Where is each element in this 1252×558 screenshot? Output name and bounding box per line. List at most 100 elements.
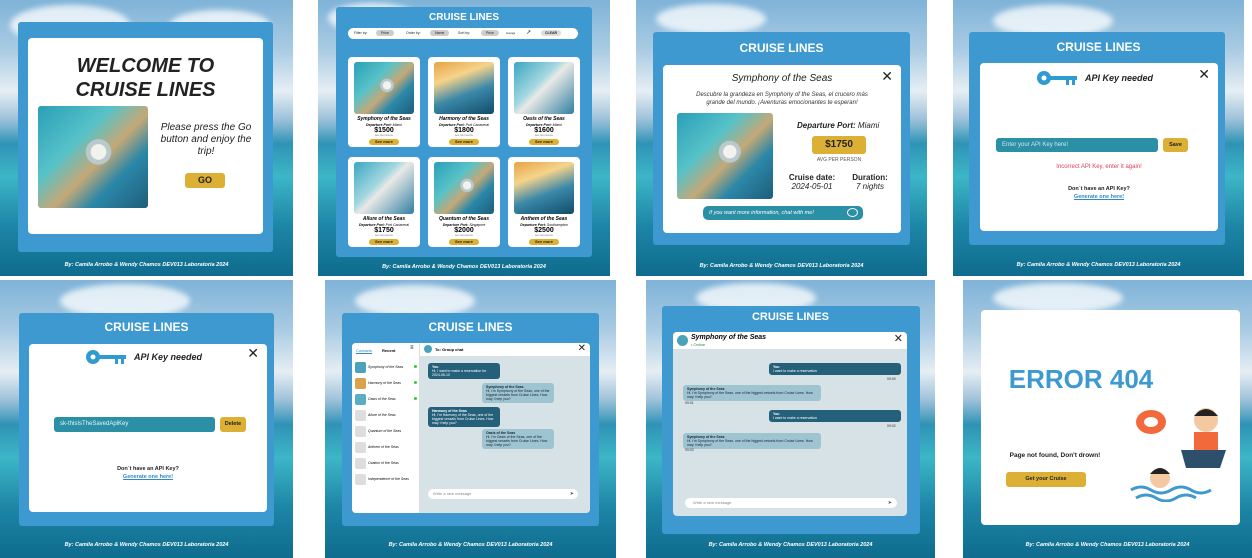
- single-chat-card: Symphony of the Seas • Online ✕ You I wan…: [673, 332, 907, 516]
- cruise-image: [434, 162, 494, 214]
- credit-text: By: Camila Arrobo & Wendy Chamos DEV013 …: [708, 542, 873, 548]
- close-icon[interactable]: ✕: [1198, 67, 1210, 81]
- cruise-image: [514, 162, 574, 214]
- price-badge: $1750: [812, 136, 866, 154]
- clear-button[interactable]: CLEAR: [541, 30, 562, 36]
- detail-header: CRUISE LINES: [739, 41, 824, 55]
- order-select[interactable]: Name: [430, 30, 450, 36]
- apikey-saved-screen: CRUISE LINES API Key needed ✕ sk-thisIsT…: [0, 280, 293, 558]
- single-chat-screen: CRUISE LINES Symphony of the Seas • Onli…: [646, 280, 935, 558]
- filter-bar: Filter by: Price Order by: Name Sort by:…: [348, 28, 578, 39]
- contact-item[interactable]: Oasis of the Seas: [355, 393, 417, 407]
- chart-icon[interactable]: ↗: [526, 29, 531, 36]
- group-avatar: [424, 345, 432, 353]
- contact-item[interactable]: Symphony of the Seas: [355, 361, 417, 375]
- contacts-sidebar: Contacts Recent ≡ Symphony of the Seas H…: [352, 343, 420, 513]
- message-bubble: You I want to make a reservation: [769, 410, 901, 422]
- send-icon[interactable]: ➤: [888, 498, 892, 508]
- chat-title: To: Group chat: [435, 347, 464, 352]
- group-chat-header: CRUISE LINES: [428, 320, 513, 334]
- credit-text: By: Camila Arrobo & Wendy Chamos DEV013 …: [699, 263, 864, 269]
- welcome-text: Please press the Go button and enjoy the…: [160, 122, 252, 157]
- see-more-button[interactable]: See more: [529, 139, 559, 145]
- group-chat-screen: CRUISE LINES Contacts Recent ≡ Symphony …: [325, 280, 616, 558]
- cruise-image: [354, 62, 414, 114]
- message-bubble: Symphony of the Seas Hi, I'm Symphony of …: [683, 385, 821, 401]
- generate-link[interactable]: Generate one here!: [980, 194, 1218, 200]
- welcome-card: WELCOME TO CRUISE LINES Please press the…: [28, 38, 263, 234]
- cruise-image: [434, 62, 494, 114]
- credit-text: By: Camila Arrobo & Wendy Chamos DEV013 …: [64, 262, 229, 268]
- apikey-input[interactable]: Enter your API Key here!: [996, 138, 1158, 152]
- contact-avatar: [677, 335, 688, 346]
- detail-card: Symphony of the Seas ✕ Descubre la grand…: [663, 65, 901, 233]
- message-bubble: Symphony of the Seas Hi, I'm Symphony of …: [683, 433, 821, 449]
- welcome-screen: WELCOME TO CRUISE LINES Please press the…: [0, 0, 293, 276]
- message-bubble: You I want to make a reservation: [769, 363, 901, 375]
- credit-text: By: Camila Arrobo & Wendy Chamos DEV013 …: [388, 542, 553, 548]
- apikey-title: API Key needed: [134, 352, 203, 362]
- go-button[interactable]: GO: [185, 173, 225, 188]
- chat-bubble-icon: [847, 208, 858, 217]
- list-screen: CRUISE LINES Filter by: Price Order by: …: [318, 0, 610, 276]
- contact-item[interactable]: Independence of the Seas: [355, 473, 417, 487]
- delete-button[interactable]: Delete: [220, 417, 246, 432]
- apikey-saved-card: API Key needed ✕ sk-thisIsTheSavedApiKey…: [29, 344, 267, 512]
- apikey-input[interactable]: sk-thisIsTheSavedApiKey: [54, 417, 215, 432]
- detail-screen: CRUISE LINES Symphony of the Seas ✕ Desc…: [636, 0, 927, 276]
- contact-item[interactable]: Allure of the Seas: [355, 409, 417, 423]
- send-icon[interactable]: ➤: [570, 489, 574, 499]
- message-bubble: You Hi, I want to make a reservation for …: [428, 363, 500, 379]
- message-bubble: Oasis of the Seas Hi, I'm Oasis of the Se…: [482, 429, 554, 449]
- tab-contacts[interactable]: Contacts: [356, 348, 372, 354]
- contact-item[interactable]: Quantum of the Seas: [355, 425, 417, 439]
- close-icon[interactable]: ✕: [247, 346, 259, 360]
- close-icon[interactable]: ✕: [894, 334, 903, 345]
- contact-item[interactable]: Harmony of the Seas: [355, 377, 417, 391]
- drowning-illustration: [1130, 408, 1226, 502]
- chat-button[interactable]: If you want more information, chat with …: [703, 206, 863, 220]
- see-more-button[interactable]: See more: [369, 239, 399, 245]
- cruise-image: [514, 62, 574, 114]
- tab-recent[interactable]: Recent: [382, 348, 395, 353]
- error-title: ERROR 404: [1008, 364, 1154, 394]
- generate-link[interactable]: Generate one here!: [29, 474, 267, 480]
- credit-text: By: Camila Arrobo & Wendy Chamos DEV013 …: [1025, 542, 1190, 548]
- detail-ship-image: [677, 113, 773, 199]
- cruise-card: Harmony of the Seas Departure Port: Port…: [428, 57, 500, 147]
- key-icon: [86, 350, 126, 364]
- detail-title: Symphony of the Seas: [731, 73, 833, 84]
- message-bubble: Harmony of the Seas Hi, I'm Harmony of th…: [428, 407, 500, 427]
- error-text: Page not found, Don't drown!: [1009, 452, 1101, 459]
- get-cruise-button[interactable]: Get your Cruise: [1006, 472, 1086, 487]
- average-option[interactable]: Average: [506, 32, 515, 35]
- online-status: • Online: [691, 342, 706, 347]
- message-input[interactable]: Write a new message ➤: [428, 489, 578, 499]
- error-message: Incorrect API Key, enter it again!: [1056, 164, 1142, 170]
- error-card: ERROR 404 Page not found, Don't drown! G…: [981, 310, 1240, 525]
- close-icon[interactable]: ✕: [881, 69, 893, 83]
- message-input[interactable]: Write a new message ➤: [685, 498, 897, 508]
- see-more-button[interactable]: See more: [449, 239, 479, 245]
- see-more-button[interactable]: See more: [529, 239, 559, 245]
- close-icon[interactable]: ✕: [578, 344, 586, 354]
- list-header: CRUISE LINES: [428, 12, 499, 23]
- cruise-card: Oasis of the Seas Departure Port: Miami …: [508, 57, 580, 147]
- cruise-image: [354, 162, 414, 214]
- cruise-card: Anthem of the Seas Departure Port: South…: [508, 157, 580, 247]
- save-button[interactable]: Save: [1163, 138, 1188, 152]
- credit-text: By: Camila Arrobo & Wendy Chamos DEV013 …: [382, 264, 546, 270]
- see-more-button[interactable]: See more: [449, 139, 479, 145]
- menu-icon[interactable]: ≡: [410, 345, 414, 351]
- apikey-screen: CRUISE LINES API Key needed ✕ Enter your…: [953, 0, 1244, 276]
- contact-name: Symphony of the Seas: [691, 334, 767, 341]
- contact-item[interactable]: Ovation of the Seas: [355, 457, 417, 471]
- sort-select[interactable]: Price: [481, 30, 499, 36]
- cruise-card: Allure of the Seas Departure Port: Port …: [348, 157, 420, 247]
- welcome-ship-image: [38, 106, 148, 208]
- see-more-button[interactable]: See more: [369, 139, 399, 145]
- departure-port: Departure Port: Miami: [797, 121, 880, 130]
- filter-select[interactable]: Price: [376, 30, 394, 36]
- contact-item[interactable]: Anthem of the Seas: [355, 441, 417, 455]
- error-screen: ERROR 404 Page not found, Don't drown! G…: [963, 280, 1252, 558]
